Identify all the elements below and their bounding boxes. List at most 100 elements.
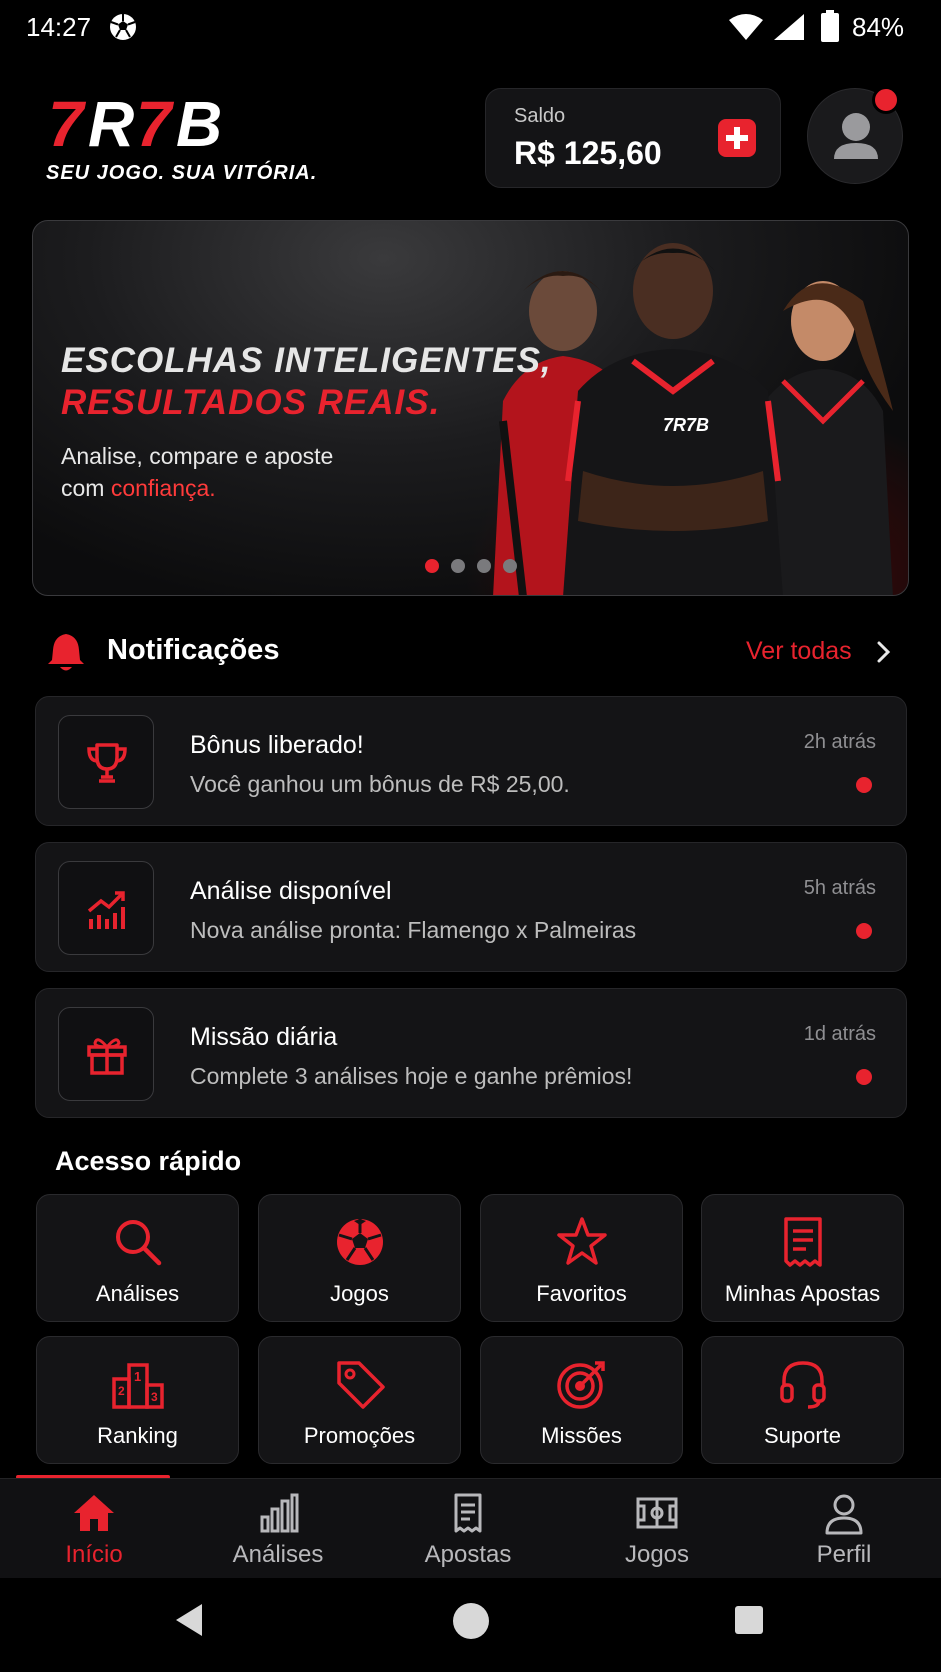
status-bar: 14:27 84% [0,0,941,56]
target-icon [557,1361,605,1409]
carousel-dot-2[interactable] [451,559,465,573]
nav-label: Apostas [424,1541,512,1568]
notification-time: 2h atrás [803,731,876,753]
notification-card-bonus[interactable]: Bônus liberado! Você ganhou um bônus de … [35,696,907,826]
tile-label: Jogos [330,1281,389,1306]
quick-tile-suporte[interactable]: Suporte [701,1336,904,1464]
quick-tile-missoes[interactable]: Missões [480,1336,683,1464]
chart-up-icon [87,891,125,929]
nav-label: Jogos [624,1541,690,1568]
nav-label: Perfil [816,1541,872,1568]
notification-card-analysis[interactable]: Análise disponível Nova análise pronta: … [35,842,907,972]
quick-tile-ranking[interactable]: 1 2 3 Ranking [36,1336,239,1464]
banner-headline-1: ESCOLHAS INTELIGENTES, [61,341,552,380]
trophy-icon [87,743,127,783]
notification-badge [872,86,900,114]
add-funds-button[interactable] [718,119,756,157]
balance-value: R$ 125,60 [514,135,662,171]
tile-label: Suporte [763,1423,842,1448]
soccer-ball-icon [337,1219,383,1265]
status-time: 14:27 [26,12,92,42]
players-illustration: 7R7B [493,243,893,595]
banner-text-2-prefix: com [61,475,111,501]
nav-item-inicio[interactable]: Início [0,1479,188,1579]
star-icon [557,1217,607,1265]
tile-label: Minhas Apostas [724,1281,881,1306]
notification-subtitle: Você ganhou um bônus de R$ 25,00. [190,771,570,797]
tile-label: Promoções [303,1423,416,1448]
home-icon [74,1495,114,1531]
soccer-ball-icon [110,14,136,40]
nav-item-jogos[interactable]: Jogos [563,1479,751,1579]
notification-time: 1d atrás [803,1023,876,1045]
notification-title: Missão diária [190,1023,338,1051]
tag-icon [337,1361,385,1409]
balance-card[interactable]: Saldo R$ 125,60 [485,88,781,188]
search-icon [116,1220,162,1266]
banner-text-2-highlight: confiança. [110,475,216,501]
home-circle-icon[interactable] [452,1602,490,1640]
svg-text:2: 2 [118,1384,125,1398]
user-icon [825,1494,863,1535]
quick-tile-favoritos[interactable]: Favoritos [480,1194,683,1322]
system-navigation-bar [0,1578,941,1672]
quick-tile-jogos[interactable]: Jogos [258,1194,461,1322]
banner-text-1: Analise, compare e aposte [61,443,334,469]
notification-title: Bônus liberado! [190,731,364,759]
battery-percent: 84% [852,12,905,42]
recents-icon[interactable] [733,1604,765,1636]
battery-icon [821,10,839,42]
carousel-dot-1[interactable] [425,559,439,573]
bell-icon [48,634,84,671]
signal-icon [774,14,804,40]
brand-slogan: SEU JOGO. SUA VITÓRIA. [46,162,318,184]
brand-logo: 7 R 7 B [48,88,222,158]
svg-text:1: 1 [134,1369,141,1384]
tile-label: Ranking [97,1423,178,1448]
nav-label: Análises [232,1541,324,1568]
see-all-link[interactable]: Ver todas [746,637,852,666]
carousel-dot-4[interactable] [503,559,517,573]
quick-access-title: Acesso rápido [55,1146,242,1176]
podium-icon: 1 2 3 [112,1363,164,1409]
back-icon[interactable] [172,1602,208,1638]
ticket-icon [454,1493,482,1533]
notification-icon-box [58,1007,154,1101]
field-icon [636,1497,678,1529]
unread-dot [856,923,872,939]
headset-icon [780,1361,826,1409]
plus-icon [726,127,748,149]
quick-tile-minhas-apostas[interactable]: Minhas Apostas [701,1194,904,1322]
balance-label: Saldo [514,105,566,127]
promo-banner[interactable]: 7R7B ESCOLHAS INTELIGENTES, RESULTADOS R… [32,220,909,596]
notifications-title: Notificações [107,634,280,666]
notification-card-mission[interactable]: Missão diária Complete 3 análises hoje e… [35,988,907,1118]
banner-text-2: com confiança. [61,475,216,502]
quick-tile-analises[interactable]: Análises [36,1194,239,1322]
banner-headline-2: RESULTADOS REAIS. [61,383,441,422]
notification-subtitle: Nova análise pronta: Flamengo x Palmeira… [190,917,637,943]
nav-item-analises[interactable]: Análises [184,1479,372,1579]
svg-text:B: B [176,88,222,158]
notification-icon-box [58,861,154,955]
nav-label: Início [65,1541,123,1568]
carousel-dot-3[interactable] [477,559,491,573]
notification-subtitle: Complete 3 análises hoje e ganhe prêmios… [190,1063,633,1089]
nav-item-apostas[interactable]: Apostas [374,1479,562,1579]
notification-icon-box [58,715,154,809]
nav-item-perfil[interactable]: Perfil [750,1479,938,1579]
carousel-dots [425,557,535,577]
bottom-navigation: Início Análises Apostas Jogos Perfil [0,1478,941,1578]
tile-label: Análises [95,1281,180,1306]
receipt-icon [784,1217,822,1267]
quick-tile-promocoes[interactable]: Promoções [258,1336,461,1464]
svg-text:R: R [88,88,134,158]
notification-title: Análise disponível [190,877,392,905]
wifi-icon [729,14,763,40]
notification-time: 5h atrás [803,877,876,899]
svg-text:7R7B: 7R7B [663,415,709,435]
tile-label: Missões [541,1423,622,1448]
unread-dot [856,777,872,793]
chevron-right-icon[interactable] [874,638,894,666]
svg-text:7: 7 [48,88,87,158]
